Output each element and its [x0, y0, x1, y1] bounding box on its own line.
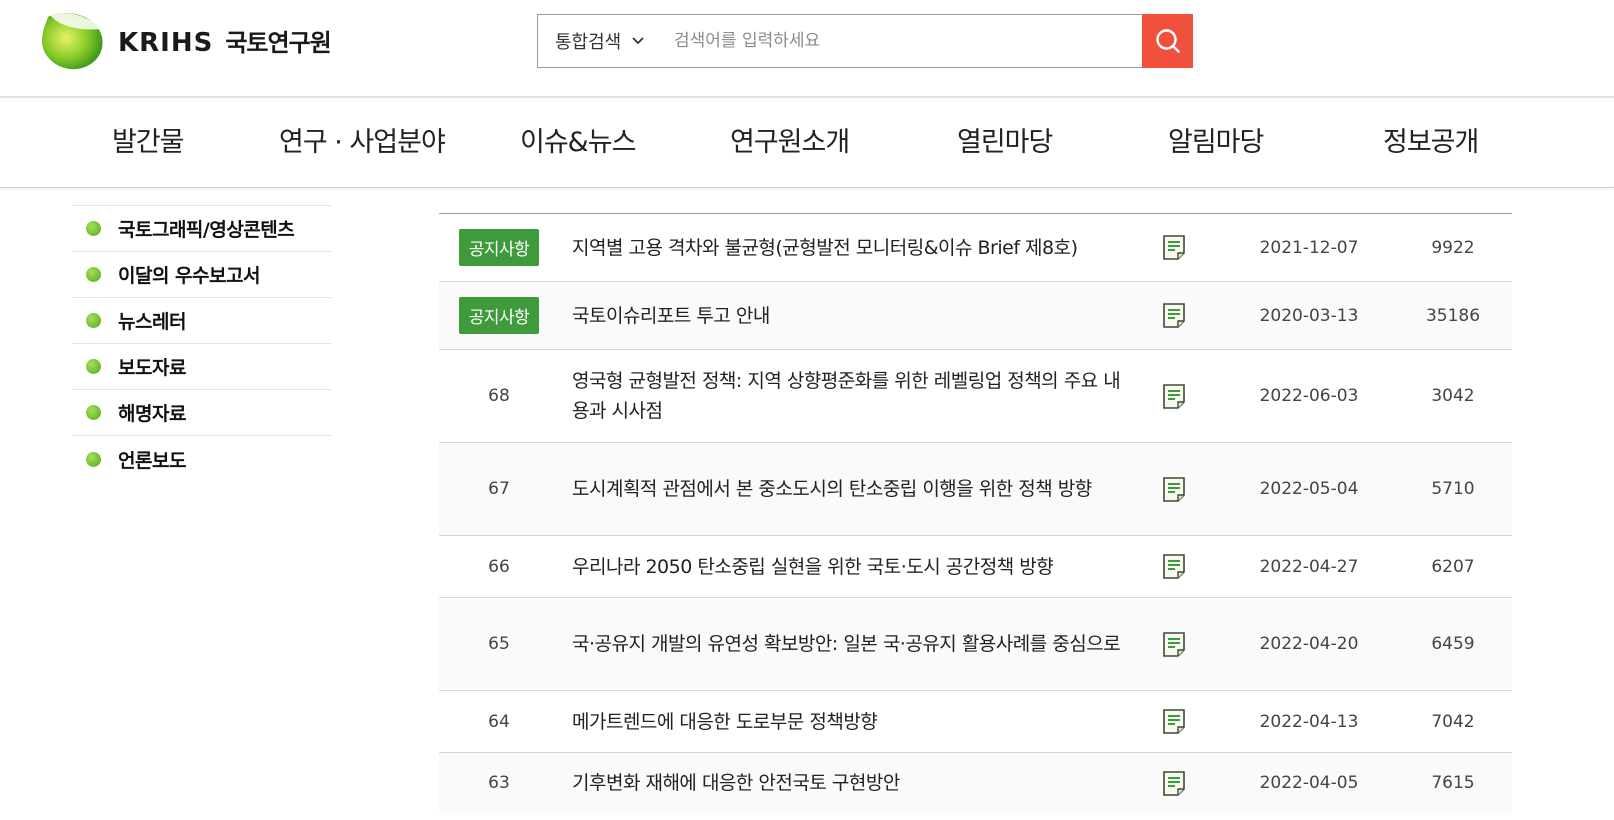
sidebar-item-graphics-video[interactable]: 국토그래픽/영상콘텐츠 [72, 206, 332, 252]
chevron-down-icon [632, 37, 644, 45]
row-views: 6459 [1431, 634, 1475, 654]
row-views: 3042 [1431, 386, 1475, 406]
krihs-logo[interactable]: KRIHS 국토연구원 [40, 9, 332, 71]
logo-text-en: KRIHS [118, 27, 214, 58]
notice-badge: 공지사항 [458, 297, 540, 334]
sidebar-item-best-report[interactable]: 이달의 우수보고서 [72, 252, 332, 298]
row-views: 35186 [1425, 305, 1481, 326]
row-date: 2022-04-27 [1259, 556, 1359, 577]
search-scope-label: 통합검색 [555, 32, 622, 53]
document-icon[interactable] [1163, 770, 1185, 796]
bullet-dot-icon [86, 359, 101, 374]
table-row[interactable]: 63 기후변화 재해에 대응한 안전국토 구현방안 2022-04-05 761… [439, 753, 1512, 813]
table-row[interactable]: 67 도시계획적 관점에서 본 중소도시의 탄소중립 이행을 위한 정책 방향 … [439, 443, 1512, 536]
row-views: 6207 [1431, 556, 1475, 577]
nav-item-disclosure[interactable]: 정보공개 [1383, 120, 1479, 159]
sidebar-item-label: 국토그래픽/영상콘텐츠 [118, 219, 295, 241]
nav-item-research[interactable]: 연구 · 사업분야 [279, 120, 446, 159]
document-icon[interactable] [1163, 554, 1185, 579]
document-icon[interactable] [1163, 383, 1185, 409]
table-row[interactable]: 공지사항 지역별 고용 격차와 불균형(균형발전 모니터링&이슈 Brief 제… [439, 214, 1512, 282]
sidebar-item-label: 언론보도 [118, 449, 186, 472]
row-title-link[interactable]: 국토이슈리포트 투고 안내 [559, 301, 1124, 331]
row-date: 2021-12-07 [1259, 237, 1359, 258]
bullet-dot-icon [86, 267, 101, 282]
row-number: 63 [488, 773, 510, 793]
sidebar-item-explanation[interactable]: 해명자료 [72, 390, 332, 436]
row-date: 2022-04-05 [1259, 773, 1359, 793]
row-number: 67 [488, 479, 510, 499]
table-row[interactable]: 64 메가트렌드에 대응한 도로부문 정책방향 2022-04-13 7042 [439, 691, 1512, 753]
sidebar-item-press-release[interactable]: 보도자료 [72, 344, 332, 390]
row-number: 65 [488, 634, 510, 654]
document-icon[interactable] [1163, 303, 1185, 328]
row-date: 2022-04-13 [1259, 711, 1359, 732]
document-icon[interactable] [1163, 631, 1185, 657]
row-date: 2022-06-03 [1259, 386, 1359, 406]
row-views: 5710 [1431, 479, 1475, 499]
sidebar-item-label: 이달의 우수보고서 [118, 265, 260, 287]
row-title-link[interactable]: 도시계획적 관점에서 본 중소도시의 탄소중립 이행을 위한 정책 방향 [559, 474, 1124, 504]
table-row[interactable]: 65 국·공유지 개발의 유연성 확보방안: 일본 국·공유지 활용사례를 중심… [439, 598, 1512, 691]
row-date: 2022-04-20 [1259, 634, 1359, 654]
table-row[interactable]: 68 영국형 균형발전 정책: 지역 상향평준화를 위한 레벨링업 정책의 주요… [439, 350, 1512, 443]
bullet-dot-icon [86, 313, 101, 328]
search-icon [1155, 29, 1180, 53]
sidebar-item-label: 뉴스레터 [118, 311, 186, 333]
row-number: 68 [488, 386, 510, 406]
bullet-dot-icon [86, 221, 101, 236]
row-title-link[interactable]: 지역별 고용 격차와 불균형(균형발전 모니터링&이슈 Brief 제8호) [559, 233, 1124, 263]
search-input[interactable] [666, 15, 1142, 67]
row-number: 64 [488, 711, 510, 732]
bullet-dot-icon [86, 405, 101, 420]
sidebar-menu: 국토그래픽/영상콘텐츠 이달의 우수보고서 뉴스레터 보도자료 해명자료 언론보… [72, 160, 332, 482]
krihs-logo-mark-icon [42, 12, 103, 70]
row-title-link[interactable]: 국·공유지 개발의 유연성 확보방안: 일본 국·공유지 활용사례를 중심으로 [559, 629, 1124, 659]
row-views: 7042 [1431, 711, 1475, 732]
row-title-link[interactable]: 영국형 균형발전 정책: 지역 상향평준화를 위한 레벨링업 정책의 주요 내용… [559, 366, 1124, 426]
table-row[interactable]: 66 우리나라 2050 탄소중립 실현을 위한 국토·도시 공간정책 방향 2… [439, 536, 1512, 598]
row-date: 2020-03-13 [1259, 305, 1359, 326]
main-nav: 발간물 연구 · 사업분야 이슈&뉴스 연구원소개 열린마당 알림마당 정보공개 [0, 98, 1614, 188]
document-icon[interactable] [1163, 476, 1185, 502]
row-title-link[interactable]: 기후변화 재해에 대응한 안전국토 구현방안 [559, 768, 1124, 798]
sidebar-item-newsletter[interactable]: 뉴스레터 [72, 298, 332, 344]
nav-item-notices[interactable]: 알림마당 [1168, 120, 1264, 159]
document-icon[interactable] [1163, 235, 1185, 260]
row-title-link[interactable]: 메가트렌드에 대응한 도로부문 정책방향 [559, 707, 1124, 737]
row-title-link[interactable]: 우리나라 2050 탄소중립 실현을 위한 국토·도시 공간정책 방향 [559, 552, 1124, 582]
report-board-table: 공지사항 지역별 고용 격차와 불균형(균형발전 모니터링&이슈 Brief 제… [439, 160, 1512, 813]
search-scope-select[interactable]: 통합검색 [538, 15, 666, 67]
logo-text-ko: 국토연구원 [225, 28, 331, 57]
nav-item-issues-news[interactable]: 이슈&뉴스 [520, 120, 636, 159]
sidebar-item-media[interactable]: 언론보도 [72, 436, 332, 482]
search-bar: 통합검색 [537, 14, 1193, 68]
row-date: 2022-05-04 [1259, 479, 1359, 499]
bullet-dot-icon [86, 451, 101, 467]
row-views: 7615 [1431, 773, 1475, 793]
row-views: 9922 [1431, 237, 1475, 258]
sidebar-item-label: 해명자료 [118, 403, 186, 425]
nav-item-open-forum[interactable]: 열린마당 [957, 120, 1053, 159]
row-number: 66 [488, 556, 510, 577]
table-row[interactable]: 공지사항 국토이슈리포트 투고 안내 2020-03-13 35186 [439, 282, 1512, 350]
site-header: KRIHS 국토연구원 통합검색 [0, 0, 1614, 98]
nav-item-about[interactable]: 연구원소개 [730, 120, 850, 159]
nav-item-publications[interactable]: 발간물 [112, 120, 185, 159]
notice-badge: 공지사항 [458, 229, 540, 266]
sidebar-item-label: 보도자료 [118, 357, 186, 379]
document-icon[interactable] [1163, 709, 1185, 734]
search-button[interactable] [1142, 14, 1193, 68]
